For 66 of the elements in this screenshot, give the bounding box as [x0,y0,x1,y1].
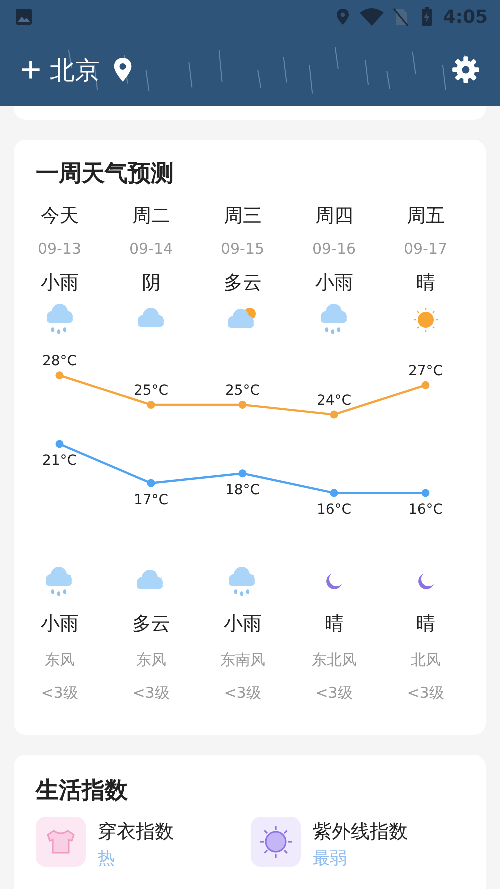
data-point [330,489,338,498]
wind-level: <3级 [224,683,262,704]
day-label: 周三 [224,204,262,229]
temperature-label: 24°C [316,392,352,409]
wind-direction: 东风 [136,650,166,671]
wind-direction: 北风 [410,650,441,671]
image-icon [14,7,34,27]
temperature-label: 25°C [225,383,260,399]
weather-label: 小雨 [315,271,354,296]
wind-level: <3级 [132,683,170,704]
sun-icon [251,817,301,867]
temperature-label: 21°C [42,453,78,470]
wind-level: <3级 [316,683,353,704]
no-sim-icon [391,7,412,27]
temperature-label: 16°C [316,502,352,518]
date-label: 09-15 [220,239,265,260]
temperature-label: 18°C [225,482,260,499]
data-point [147,479,156,488]
index-value: 最弱 [313,848,348,870]
data-point [147,401,156,409]
weather-label: 小雨 [40,612,79,637]
data-point [238,470,247,478]
wind-direction: 东南风 [220,650,266,671]
weather-label: 晴 [416,612,436,637]
index-name: 紫外线指数 [313,820,408,845]
date-label: 09-17 [404,239,448,260]
section-title: 一周天气预测 [35,160,175,189]
weather-label: 晴 [324,612,344,637]
weather-label: 小雨 [224,612,262,637]
data-point [330,410,338,419]
data-point [422,381,430,390]
data-point [56,372,64,380]
wind-level: <3级 [41,683,78,704]
settings-icon[interactable] [452,56,480,84]
day-label: 周二 [132,204,170,229]
weather-label: 阴 [142,271,161,296]
city-name[interactable]: 北京 [50,54,100,86]
temperature-label: 16°C [408,502,444,518]
temperature-label: 17°C [134,492,169,508]
add-city-button[interactable] [20,59,42,81]
day-label: 今天 [40,204,79,229]
day-label: 周四 [315,204,354,229]
date-label: 09-14 [129,239,174,260]
data-point [238,401,247,409]
location-icon [112,57,134,83]
wind-direction: 东风 [44,650,75,671]
weather-label: 多云 [132,612,170,637]
clock-time: 4:05 [443,6,488,28]
weather-label: 小雨 [40,271,79,296]
index-name: 穿衣指数 [98,820,174,845]
section-title: 生活指数 [36,777,129,806]
shirt-icon [36,817,86,867]
date-label: 09-13 [38,239,82,260]
temperature-label: 27°C [408,363,444,380]
weather-label: 晴 [416,271,436,296]
index-value: 热 [98,848,116,870]
data-point [422,489,430,498]
temperature-label: 28°C [42,354,78,370]
wind-level: <3级 [407,683,444,704]
weather-label: 多云 [224,271,262,296]
wifi-icon [359,7,386,27]
date-label: 09-16 [312,239,356,260]
data-point [56,440,64,448]
temperature-label: 25°C [134,383,169,399]
wind-direction: 东北风 [312,650,357,671]
day-label: 周五 [406,204,445,229]
